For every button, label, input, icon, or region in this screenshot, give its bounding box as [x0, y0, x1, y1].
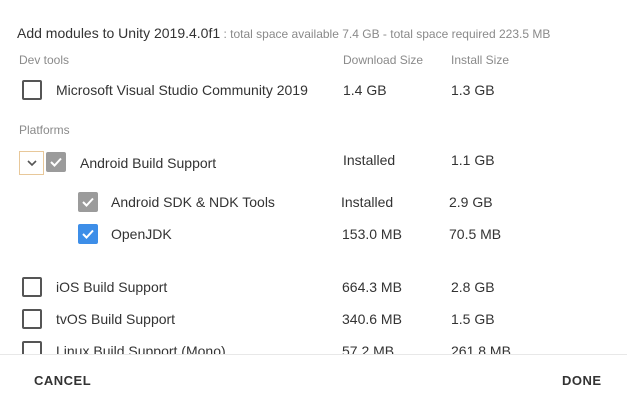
modules-list[interactable]: Dev tools Download Size Install Size Mic… — [0, 48, 627, 354]
done-button[interactable]: DONE — [562, 372, 602, 390]
checkmark-icon — [50, 157, 62, 167]
dialog-title: Add modules to Unity 2019.4.0f1 — [17, 25, 221, 41]
module-install-size: 261.8 MB — [451, 343, 511, 354]
module-name: iOS Build Support — [56, 279, 168, 295]
module-row-ios: iOS Build Support 664.3 MB 2.8 GB — [0, 275, 627, 299]
expand-toggle-android[interactable] — [19, 151, 44, 175]
module-row-android-sdk: Android SDK & NDK Tools Installed 2.9 GB — [0, 190, 627, 214]
checkmark-icon — [82, 197, 94, 207]
checkbox-openjdk[interactable] — [78, 224, 98, 244]
section-dev-tools: Dev tools — [19, 53, 70, 67]
module-row-tvos: tvOS Build Support 340.6 MB 1.5 GB — [0, 307, 627, 331]
module-download-size: Installed — [343, 152, 396, 168]
module-row-openjdk: OpenJDK 153.0 MB 70.5 MB — [0, 222, 627, 246]
space-summary: : total space available 7.4 GB - total s… — [220, 27, 551, 41]
module-name: Android Build Support — [80, 155, 217, 171]
section-platforms: Platforms — [19, 123, 70, 137]
module-install-size: 70.5 MB — [449, 226, 502, 242]
module-row-visual-studio: Microsoft Visual Studio Community 2019 1… — [0, 78, 627, 102]
module-name: Linux Build Support (Mono) — [56, 343, 226, 354]
module-download-size: 153.0 MB — [342, 226, 402, 242]
checkbox-android-sdk[interactable] — [78, 192, 98, 212]
module-name: tvOS Build Support — [56, 311, 176, 327]
module-name: Microsoft Visual Studio Community 2019 — [56, 82, 308, 98]
module-row-android: Android Build Support Installed 1.1 GB — [0, 150, 627, 175]
module-install-size: 1.3 GB — [451, 82, 495, 98]
checkbox-visual-studio[interactable] — [22, 80, 42, 100]
module-download-size: 57.2 MB — [342, 343, 395, 354]
module-download-size: 1.4 GB — [343, 82, 387, 98]
dialog-header: Add modules to Unity 2019.4.0f1 : total … — [17, 24, 550, 43]
checkbox-android[interactable] — [46, 152, 66, 172]
checkbox-tvos[interactable] — [22, 309, 42, 329]
chevron-down-icon — [26, 160, 37, 167]
module-install-size: 1.5 GB — [451, 311, 495, 327]
col-install-size: Install Size — [451, 53, 510, 67]
module-install-size: 1.1 GB — [451, 152, 495, 168]
module-name: Android SDK & NDK Tools — [111, 194, 275, 210]
footer-divider — [0, 354, 627, 355]
checkbox-ios[interactable] — [22, 277, 42, 297]
add-modules-dialog: Add modules to Unity 2019.4.0f1 : total … — [0, 0, 627, 403]
module-install-size: 2.9 GB — [449, 194, 493, 210]
cancel-button[interactable]: CANCEL — [34, 372, 91, 390]
checkbox-linux[interactable] — [22, 341, 42, 354]
module-name: OpenJDK — [111, 226, 172, 242]
col-download-size: Download Size — [343, 53, 424, 67]
checkmark-icon — [82, 229, 94, 239]
module-download-size: 664.3 MB — [342, 279, 402, 295]
module-download-size: Installed — [341, 194, 394, 210]
module-download-size: 340.6 MB — [342, 311, 402, 327]
module-row-linux: Linux Build Support (Mono) 57.2 MB 261.8… — [0, 339, 627, 354]
module-install-size: 2.8 GB — [451, 279, 495, 295]
